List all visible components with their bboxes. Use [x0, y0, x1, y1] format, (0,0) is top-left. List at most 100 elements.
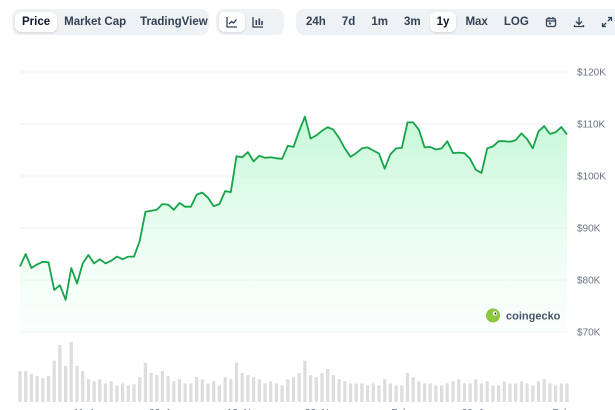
volume-bar: [343, 381, 347, 402]
volume-bar: [451, 381, 455, 402]
y-tick-label: $120K: [577, 68, 606, 79]
volume-bar: [81, 371, 85, 402]
volume-bar: [428, 383, 432, 402]
range-3m[interactable]: 3m: [397, 12, 428, 32]
volume-bar: [183, 383, 187, 402]
volume-bar: [423, 383, 427, 402]
volume-bar: [269, 381, 273, 402]
volume-bar: [29, 374, 33, 402]
volume-bar: [377, 385, 381, 402]
volume-bar: [417, 381, 421, 402]
volume-bar: [405, 373, 410, 402]
y-tick-label: $100K: [577, 172, 606, 183]
tab-market-cap[interactable]: Market Cap: [57, 12, 133, 32]
volume-bar: [525, 383, 529, 402]
volume-bar: [280, 385, 284, 402]
volume-bar: [240, 373, 244, 402]
line-chart-button[interactable]: [219, 12, 245, 32]
volume-bar: [69, 342, 73, 402]
candlestick-chart-icon: [252, 17, 263, 28]
volume-bar: [354, 383, 358, 402]
volume-bar: [514, 383, 518, 402]
volume-bar: [536, 381, 541, 402]
volume-bar: [143, 362, 147, 402]
volume-bar: [554, 385, 558, 402]
volume-bar: [314, 377, 318, 402]
coingecko-watermark: coingecko: [486, 308, 561, 323]
volume-bar: [115, 385, 119, 402]
volume-bar: [291, 377, 296, 402]
volume-bar: [64, 365, 68, 402]
volume-bar: [257, 379, 261, 402]
volume-bar: [491, 385, 495, 402]
volume-bar: [35, 376, 39, 402]
range-1y[interactable]: 1y: [429, 12, 457, 32]
volume-bar: [474, 379, 478, 402]
candlestick-chart-button[interactable]: [245, 12, 271, 32]
volume-bar: [497, 385, 501, 402]
volume-bar: [274, 383, 278, 402]
volume-bar: [445, 383, 449, 402]
coingecko-logo: [486, 308, 500, 323]
volume-bar: [337, 379, 341, 402]
volume-bar: [519, 381, 523, 402]
y-tick-label: $80K: [577, 276, 601, 287]
volume-bar: [548, 383, 552, 402]
volume-bar: [331, 375, 335, 402]
download-button[interactable]: [566, 12, 592, 32]
range-24h[interactable]: 24h: [299, 12, 333, 32]
volume-bar: [121, 383, 125, 402]
volume-bar: [223, 377, 227, 402]
range-1m[interactable]: 1m: [364, 12, 395, 32]
volume-bar: [195, 377, 199, 402]
volume-bar: [326, 368, 330, 402]
volume-bar: [360, 383, 364, 402]
volume-bar: [138, 377, 142, 402]
log-scale-toggle[interactable]: LOG: [497, 12, 536, 32]
range-7d[interactable]: 7d: [335, 12, 362, 32]
volume-bar: [440, 385, 444, 402]
volume-bar: [263, 383, 267, 402]
volume-bar: [217, 385, 221, 402]
y-tick-label: $90K: [577, 224, 601, 235]
volume-bar: [303, 360, 307, 402]
volume-bar: [46, 376, 51, 402]
volume-bar: [502, 381, 506, 402]
volume-bar: [109, 381, 113, 402]
download-icon: [573, 17, 584, 28]
volume-bar: [103, 383, 108, 402]
range-max[interactable]: Max: [458, 12, 494, 32]
price-area: [20, 116, 567, 332]
expand-icon: [601, 16, 613, 28]
volume-bar: [246, 375, 250, 402]
volume-bar: [166, 376, 170, 402]
volume-bar: [457, 379, 461, 402]
view-tabs: Price Market Cap TradingView: [12, 9, 209, 35]
volume-bar: [206, 383, 210, 402]
date-range-button[interactable]: [538, 12, 564, 32]
volume-bars: [18, 342, 569, 402]
volume-bar: [126, 385, 130, 402]
volume-bar: [155, 375, 159, 402]
watermark-text: coingecko: [506, 311, 561, 323]
volume-bar: [297, 373, 301, 402]
y-tick-label: $70K: [577, 328, 601, 339]
volume-bar: [58, 345, 62, 402]
volume-bar: [434, 385, 438, 402]
volume-bar: [189, 383, 193, 402]
volume-bar: [400, 385, 404, 402]
volume-bar: [18, 371, 22, 402]
volume-bar: [542, 379, 546, 402]
volume-bar: [160, 371, 164, 402]
volume-bar: [462, 383, 466, 402]
volume-bar: [252, 377, 256, 402]
volume-bar: [75, 365, 79, 402]
calendar-icon: [545, 17, 556, 28]
volume-bar: [286, 379, 290, 402]
tab-price[interactable]: Price: [15, 12, 58, 32]
tab-tradingview[interactable]: TradingView: [133, 12, 215, 32]
fullscreen-button[interactable]: [594, 12, 615, 32]
volume-bar: [149, 373, 153, 402]
price-chart[interactable]: $70K$80K$90K$100K$110K$120K 11. Aug22. A…: [0, 40, 615, 410]
volume-bar: [531, 385, 535, 402]
